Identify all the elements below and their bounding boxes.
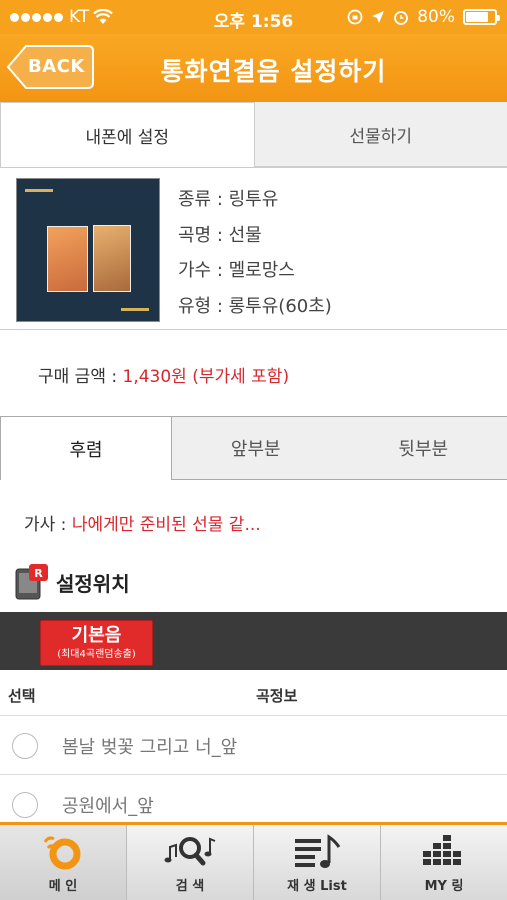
top-tabs: 내폰에 설정 선물하기 [0, 102, 507, 168]
home-ring-icon [43, 836, 81, 870]
tab-intro[interactable]: 앞부분 [172, 416, 340, 480]
song-info: 종류 : 링투유 곡명 : 선물 가수 : 멜로망스 유형 : 롱투유(60초) [0, 168, 507, 330]
list-item-title: 봄날 벚꽃 그리고 너_앞 [62, 737, 238, 758]
default-sound-sublabel: (최대4곡랜덤송출) [57, 649, 136, 660]
select-radio[interactable] [12, 792, 38, 818]
tab-gift[interactable]: 선물하기 [254, 102, 507, 167]
orientation-lock-icon [347, 9, 363, 25]
battery-icon [463, 9, 500, 25]
search-music-icon [164, 837, 216, 866]
price-label: 구매 금액 : [38, 367, 123, 387]
song-format: 유형 : 롱투유(60초) [178, 295, 332, 317]
title-bar: BACK 통화연결음 설정하기 [0, 34, 507, 102]
phone-ringtone-icon: R [15, 564, 48, 600]
song-artist: 가수 : 멜로망스 [178, 260, 295, 281]
nav-main[interactable]: 메 인 [0, 825, 126, 900]
price-value: 1,430원 (부가세 포함) [122, 367, 290, 387]
nav-my-ring[interactable]: MY 링 [380, 825, 507, 900]
battery-percent: 80% [417, 7, 455, 27]
back-button[interactable]: BACK [6, 45, 94, 89]
setting-location-label: 설정위치 [56, 571, 130, 596]
song-type: 종류 : 링투유 [178, 189, 279, 210]
lyrics-label: 가사 : [24, 515, 72, 535]
list-header: 선택 곡정보 [0, 672, 507, 716]
tab-chorus[interactable]: 후렴 [0, 416, 172, 480]
equalizer-icon [423, 835, 461, 865]
back-label: BACK [28, 56, 85, 77]
purchase-price: 구매 금액 : 1,430원 (부가세 포함) [38, 362, 289, 387]
tab-set-my-phone[interactable]: 내폰에 설정 [0, 102, 255, 167]
default-sound-label: 기본음 [71, 625, 122, 646]
segment-tabs: 후렴 앞부분 뒷부분 [0, 416, 507, 480]
tab-outro[interactable]: 뒷부분 [339, 416, 507, 480]
select-column-header: 선택 [8, 687, 36, 705]
status-right: 80% [347, 7, 500, 27]
status-bar: KT 오후 1:56 80% [0, 0, 507, 34]
alarm-icon [394, 11, 409, 25]
list-item[interactable]: 봄날 벚꽃 그리고 너_앞 [0, 717, 507, 775]
nav-my-ring-label: MY 링 [424, 879, 464, 894]
song-name: 곡명 : 선물 [178, 224, 262, 246]
nav-main-label: 메 인 [48, 879, 78, 894]
bottom-nav: 메 인 검 색 재 생 List MY 링 [0, 822, 507, 900]
list-item-title: 공원에서_앞 [62, 796, 154, 817]
nav-playlist-label: 재 생 List [287, 879, 347, 894]
svg-text:R: R [34, 567, 43, 580]
select-radio[interactable] [12, 733, 38, 759]
album-art [16, 178, 160, 322]
nav-playlist[interactable]: 재 생 List [253, 825, 380, 900]
lyrics-value: 나에게만 준비된 선물 같... [71, 515, 261, 535]
song-details: 종류 : 링투유 곡명 : 선물 가수 : 멜로망스 유형 : 롱투유(60초) [178, 182, 332, 324]
nav-search-label: 검 색 [175, 879, 205, 894]
lyrics-line: 가사 : 나에게만 준비된 선물 같... [24, 510, 261, 535]
nav-search[interactable]: 검 색 [126, 825, 253, 900]
song-info-column-header: 곡정보 [256, 687, 298, 705]
setting-location: R 설정위치 [14, 562, 130, 602]
page-title: 통화연결음 설정하기 [160, 57, 387, 86]
playlist-icon [295, 834, 341, 868]
location-icon [372, 11, 385, 23]
default-sound-bar: 기본음 (최대4곡랜덤송출) [0, 612, 507, 670]
default-sound-button[interactable]: 기본음 (최대4곡랜덤송출) [40, 620, 153, 666]
